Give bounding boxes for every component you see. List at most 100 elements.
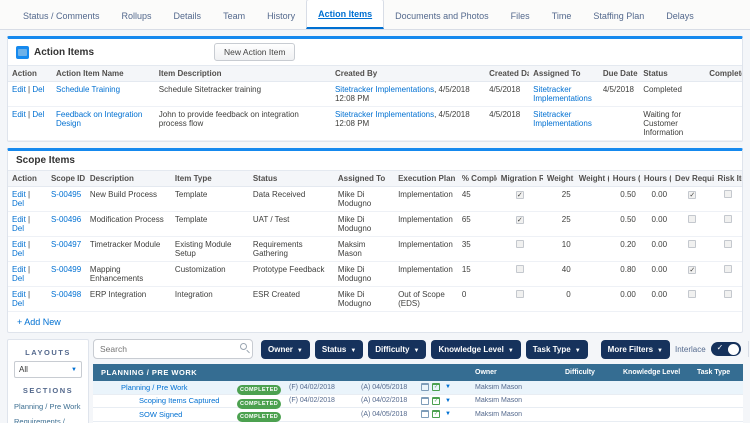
edit-link[interactable]: Edit [12,110,26,119]
chevron-down-icon[interactable]: ▼ [445,411,451,417]
calendar-check-icon[interactable] [432,397,440,405]
search-input[interactable] [93,339,253,359]
weight-a [575,212,609,237]
calendar-check-icon[interactable] [432,383,440,391]
col-item-type: Item Type [171,171,249,187]
hours-a: 0.00 [640,187,671,212]
tab-staffing-plan[interactable]: Staffing Plan [582,2,655,29]
add-new-link[interactable]: + Add New [8,312,70,332]
tab-status-comments[interactable]: Status / Comments [12,2,111,29]
scope-id-link[interactable]: S-00499 [51,265,81,274]
dev-required-checkbox[interactable]: ✓ [688,191,696,199]
hours-f: 0.50 [609,212,640,237]
del-link[interactable]: Del [32,110,44,119]
description: Timetracker Module [86,237,171,262]
edit-link[interactable]: Edit [12,240,26,249]
scope-item-row: Edit | Del S-00499 Mapping Enhancements … [8,262,742,287]
task-link[interactable]: Planning / Pre Work [121,383,188,392]
del-link[interactable]: Del [12,224,24,233]
risk-item-checkbox[interactable] [724,215,732,223]
scope-id-link[interactable]: S-00498 [51,290,81,299]
tab-team[interactable]: Team [212,2,256,29]
migration-reqd-checkbox[interactable] [516,265,524,273]
item-type: Integration [171,287,249,312]
assigned-to-link[interactable]: Sitetracker Implementations [533,85,592,103]
tab-files[interactable]: Files [500,2,541,29]
weight-f: 25 [543,212,575,237]
dev-required-checkbox[interactable] [688,240,696,248]
calendar-check-icon[interactable] [432,410,440,418]
col-assigned-to: Assigned To [334,171,394,187]
risk-item-checkbox[interactable] [724,265,732,273]
tab-delays[interactable]: Delays [655,2,705,29]
dev-required-checkbox[interactable] [688,290,696,298]
edit-link[interactable]: Edit [12,265,26,274]
risk-item-checkbox[interactable] [724,190,732,198]
action-item-name-link[interactable]: Schedule Training [56,85,120,94]
chevron-down-icon: ▼ [414,348,420,354]
layout-select[interactable]: All ▼ [14,361,82,378]
migration-reqd-checkbox[interactable] [516,240,524,248]
hours-f: 0.80 [609,262,640,287]
action-cell: Edit | Del [8,82,52,107]
filter-task-type-button[interactable]: Task Type▼ [526,340,588,359]
calendar-icon[interactable] [421,410,429,418]
task-link[interactable]: Scoping Items Captured [139,396,219,405]
migration-reqd-checkbox[interactable] [516,290,524,298]
dev-required-checkbox[interactable]: ✓ [688,266,696,274]
edit-link[interactable]: Edit [12,290,26,299]
tab-time[interactable]: Time [541,2,583,29]
created-by-link[interactable]: Sitetracker Implementations [335,85,434,94]
scope-id-link[interactable]: S-00496 [51,215,81,224]
task-link[interactable]: SOW Signed [139,410,182,419]
created-by-link[interactable]: Sitetracker Implementations [335,110,434,119]
migration-reqd-checkbox[interactable]: ✓ [516,191,524,199]
tab-history[interactable]: History [256,2,306,29]
chevron-down-icon[interactable]: ▼ [445,384,451,390]
edit-link[interactable]: Edit [12,215,26,224]
created-date: 4/5/2018 [485,107,529,141]
weight-a [575,262,609,287]
sidebar-item-planning-pre-work[interactable]: Planning / Pre Work [8,399,88,414]
del-link[interactable]: Del [12,299,24,308]
del-link[interactable]: Del [12,274,24,283]
scope-item-row: Edit | Del S-00498 ERP Integration Integ… [8,287,742,312]
calendar-icon[interactable] [421,397,429,405]
interlace-toggle[interactable]: ✓ [711,342,741,356]
new-action-item-button[interactable]: New Action Item [214,43,295,61]
del-link[interactable]: Del [32,85,44,94]
migration-reqd-checkbox[interactable]: ✓ [516,216,524,224]
hours-a: 0.00 [640,237,671,262]
sidebar-item-requirements-definition[interactable]: Requirements / Definition [8,414,88,423]
edit-link[interactable]: Edit [12,85,26,94]
edit-link[interactable]: Edit [12,190,26,199]
del-link[interactable]: Del [12,199,24,208]
risk-item-checkbox[interactable] [724,240,732,248]
chevron-down-icon: ▼ [657,348,663,354]
dev-required-checkbox[interactable] [688,215,696,223]
del-link[interactable]: Del [12,249,24,258]
col-created-by: Created By [331,66,485,82]
filter-knowledge-level-button[interactable]: Knowledge Level▼ [431,340,520,359]
col-hours-a: Hours (A) [640,171,671,187]
tab-documents-and-photos[interactable]: Documents and Photos [384,2,500,29]
tab-action-items[interactable]: Action Items [306,0,384,29]
filter-difficulty-button[interactable]: Difficulty▼ [368,340,426,359]
more-filters-button[interactable]: More Filters▼ [601,340,670,359]
filter-owner-button[interactable]: Owner▼ [261,340,310,359]
tracker-main: Owner▼ Status▼ Difficulty▼ Knowledge Lev… [93,339,743,423]
section-band-planning-pre-work[interactable]: PLANNING / PRE WORK Owner Difficulty Kno… [93,364,743,381]
action-items-table: Action Action Item Name Item Description… [8,65,742,141]
tab-details[interactable]: Details [163,2,213,29]
weight-f: 10 [543,237,575,262]
action-item-name-link[interactable]: Feedback on Integration Design [56,110,142,128]
calendar-icon[interactable] [421,383,429,391]
tab-rollups[interactable]: Rollups [111,2,163,29]
scope-id-link[interactable]: S-00497 [51,240,81,249]
scope-id-link[interactable]: S-00495 [51,190,81,199]
assigned-to-link[interactable]: Sitetracker Implementations [533,110,592,128]
filter-status-button[interactable]: Status▼ [315,340,363,359]
risk-item-checkbox[interactable] [724,290,732,298]
chevron-down-icon[interactable]: ▼ [445,398,451,404]
scope-items-table: Action Scope ID Description Item Type St… [8,170,742,312]
